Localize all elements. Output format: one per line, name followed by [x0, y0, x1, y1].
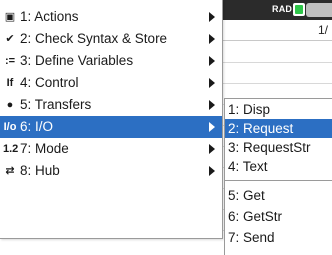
- submenu-item-label: 5: Get: [228, 188, 265, 203]
- io-icon: I/o: [3, 121, 17, 133]
- menu-item-define-variables[interactable]: := 3: Define Variables: [0, 50, 222, 72]
- document-tab[interactable]: [306, 3, 332, 17]
- submenu-item-label: 6: GetStr: [228, 209, 283, 224]
- submenu-item-label: 4: Text: [228, 159, 268, 174]
- menu-item-io[interactable]: I/o 6: I/O: [0, 116, 222, 138]
- menu-item-label: 1: Actions: [20, 9, 79, 24]
- menu-item-control[interactable]: If 4: Control: [0, 72, 222, 94]
- page-indicator: 1/: [318, 23, 329, 37]
- submenu-arrow-icon: [209, 34, 215, 44]
- submenu-item-send[interactable]: 7: Send: [225, 228, 332, 247]
- menu-item-label: 8: Hub: [20, 163, 60, 178]
- submenu-item-label: 2: Request: [228, 121, 294, 136]
- submenu-arrow-icon: [209, 166, 215, 176]
- menu-item-hub[interactable]: ⇄ 8: Hub: [0, 160, 222, 182]
- hub-icon: ⇄: [5, 165, 15, 177]
- check-syntax-icon: ✔: [5, 33, 15, 45]
- menu-item-label: 4: Control: [20, 75, 79, 90]
- menu-item-label: 5: Transfers: [20, 97, 92, 112]
- submenu-item-label: 1: Disp: [228, 102, 271, 117]
- submenu-item-get[interactable]: 5: Get: [225, 186, 332, 205]
- program-editor-menu: ▣ 1: Actions ✔ 2: Check Syntax & Store :…: [0, 0, 223, 239]
- mode-icon: 1.2: [3, 143, 19, 155]
- submenu-item-requeststr[interactable]: 3: RequestStr: [225, 138, 332, 157]
- transfers-icon: ●: [6, 99, 14, 111]
- submenu-item-label: 7: Send: [228, 230, 275, 245]
- control-icon: If: [6, 77, 14, 89]
- submenu-item-request[interactable]: 2: Request: [225, 119, 332, 138]
- submenu-arrow-icon: [209, 122, 215, 132]
- submenu-divider: [225, 180, 332, 181]
- battery-icon: [293, 3, 305, 16]
- submenu-arrow-icon: [209, 12, 215, 22]
- menu-item-actions[interactable]: ▣ 1: Actions: [0, 6, 222, 28]
- menu-item-label: 6: I/O: [20, 119, 54, 134]
- submenu-arrow-icon: [209, 56, 215, 66]
- submenu-item-text[interactable]: 4: Text: [225, 157, 332, 176]
- actions-icon: ▣: [4, 11, 16, 23]
- menu-item-label: 2: Check Syntax & Store: [20, 31, 168, 46]
- menu-item-transfers[interactable]: ● 5: Transfers: [0, 94, 222, 116]
- submenu-item-getstr[interactable]: 6: GetStr: [225, 207, 332, 226]
- submenu-item-label: 3: RequestStr: [228, 140, 311, 155]
- menu-item-check-syntax[interactable]: ✔ 2: Check Syntax & Store: [0, 28, 222, 50]
- angle-mode-indicator: RAD: [272, 4, 293, 14]
- submenu-arrow-icon: [209, 144, 215, 154]
- io-submenu: 1: Disp 2: Request 3: RequestStr 4: Text…: [224, 98, 332, 255]
- menu-item-label: 7: Mode: [20, 141, 69, 156]
- submenu-arrow-icon: [209, 78, 215, 88]
- menu-item-label: 3: Define Variables: [20, 53, 134, 68]
- define-variables-icon: :=: [4, 55, 16, 67]
- submenu-item-disp[interactable]: 1: Disp: [225, 100, 332, 119]
- menu-item-mode[interactable]: 1.2 7: Mode: [0, 138, 222, 160]
- submenu-arrow-icon: [209, 100, 215, 110]
